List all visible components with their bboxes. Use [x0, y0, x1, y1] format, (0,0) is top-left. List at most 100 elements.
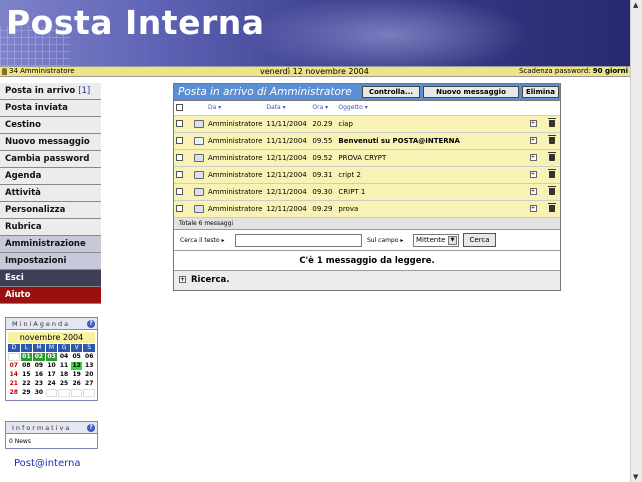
calendar-day[interactable]: 20 — [83, 371, 95, 379]
message-time[interactable]: 09.30 — [310, 183, 337, 201]
sidebar-item-personalizza[interactable]: Personalizza — [0, 202, 101, 219]
column-header-from[interactable]: Da ▾ — [206, 101, 265, 116]
calendar-day[interactable]: 22 — [21, 380, 33, 388]
message-time[interactable]: 20.29 — [310, 115, 337, 133]
check-mail-button[interactable]: Controlla... — [362, 86, 420, 98]
sidebar-item-posta-in-arrivo[interactable]: Posta in arrivo [1] — [0, 83, 101, 100]
chevron-down-icon[interactable]: ▼ — [448, 235, 457, 245]
column-header-subject[interactable]: Oggetto ▾ — [336, 101, 522, 116]
calendar-day[interactable]: 06 — [83, 353, 95, 361]
message-row[interactable]: Amministratore 12/11/2004 09.29 prova + — [174, 200, 560, 218]
message-subject[interactable]: Benvenuti su POSTA@INTERNA — [336, 132, 522, 150]
message-date[interactable]: 12/11/2004 — [264, 149, 311, 167]
message-from[interactable]: Amministratore — [206, 183, 265, 201]
sidebar-item-rubrica[interactable]: Rubrica — [0, 219, 101, 236]
message-checkbox[interactable] — [176, 188, 183, 195]
advanced-search-toggle[interactable]: + Ricerca. — [174, 270, 560, 290]
sidebar-item-amministrazione[interactable]: Amministrazione — [0, 236, 101, 253]
sidebar-item-impostazioni[interactable]: Impostazioni — [0, 253, 101, 270]
message-date[interactable]: 11/11/2004 — [264, 115, 311, 133]
message-date[interactable]: 12/11/2004 — [264, 183, 311, 201]
calendar-day[interactable]: 19 — [71, 371, 83, 379]
calendar-day[interactable]: 24 — [46, 380, 58, 388]
message-row[interactable]: Amministratore 11/11/2004 20.29 ciap + — [174, 115, 560, 133]
trash-icon[interactable] — [548, 152, 556, 161]
message-from[interactable]: Amministratore — [206, 149, 265, 167]
calendar-day[interactable]: 12 — [70, 362, 83, 370]
message-checkbox[interactable] — [176, 154, 183, 161]
calendar-day[interactable]: 14 — [8, 371, 20, 379]
news-count[interactable]: 0 News — [6, 434, 97, 448]
message-subject[interactable]: CRIPT 1 — [336, 183, 522, 201]
message-time[interactable]: 09.55 — [310, 132, 337, 150]
help-icon[interactable]: ? — [87, 424, 95, 432]
message-row[interactable]: Amministratore 11/11/2004 09.55 Benvenuti s… — [174, 132, 560, 150]
calendar-day[interactable]: 23 — [33, 380, 45, 388]
calendar-month[interactable]: novembre 2004 — [8, 332, 95, 343]
column-header-date[interactable]: Data ▾ — [264, 101, 311, 116]
calendar-day[interactable]: 18 — [58, 371, 70, 379]
calendar-day[interactable]: 27 — [83, 380, 95, 388]
message-date[interactable]: 11/11/2004 — [264, 132, 311, 150]
message-from[interactable]: Amministratore — [206, 115, 265, 133]
calendar-day[interactable]: 17 — [46, 371, 58, 379]
calendar-day[interactable]: 26 — [71, 380, 83, 388]
open-message-icon[interactable]: + — [529, 171, 537, 178]
sidebar-item-esci[interactable]: Esci — [0, 270, 101, 287]
message-subject[interactable]: ciap — [336, 115, 522, 133]
open-message-icon[interactable]: + — [529, 154, 537, 161]
open-message-icon[interactable]: + — [529, 205, 537, 212]
calendar-day[interactable]: 10 — [46, 362, 58, 370]
calendar-day[interactable]: 01 — [20, 353, 33, 361]
message-date[interactable]: 12/11/2004 — [264, 200, 311, 218]
column-header-time[interactable]: Ora ▾ — [310, 101, 337, 116]
message-from[interactable]: Amministratore — [206, 132, 265, 150]
calendar-day[interactable]: 16 — [33, 371, 45, 379]
sidebar-item-cestino[interactable]: Cestino — [0, 117, 101, 134]
select-all-checkbox[interactable] — [176, 104, 183, 112]
calendar-day[interactable]: 30 — [33, 389, 45, 397]
calendar-day[interactable]: 02 — [33, 353, 45, 361]
message-row[interactable]: Amministratore 12/11/2004 09.30 CRIPT 1 + — [174, 183, 560, 201]
sidebar-item-posta-inviata[interactable]: Posta inviata — [0, 100, 101, 117]
open-message-icon[interactable]: + — [529, 188, 537, 195]
sidebar-item-attivita[interactable]: Attività — [0, 185, 101, 202]
trash-icon[interactable] — [548, 186, 556, 195]
help-icon[interactable]: ? — [87, 320, 95, 328]
sidebar-item-aiuto[interactable]: Aiuto — [0, 287, 101, 304]
trash-icon[interactable] — [548, 203, 556, 212]
message-subject[interactable]: cript 2 — [336, 166, 522, 184]
calendar-day[interactable]: 15 — [21, 371, 33, 379]
message-time[interactable]: 09.29 — [310, 200, 337, 218]
vertical-scrollbar[interactable]: ▲ ▼ — [630, 0, 642, 482]
sidebar-item-agenda[interactable]: Agenda — [0, 168, 101, 185]
sidebar-item-nuovo-messaggio[interactable]: Nuovo messaggio — [0, 134, 101, 151]
message-time[interactable]: 09.52 — [310, 149, 337, 167]
delete-button[interactable]: Elimina — [522, 86, 559, 98]
message-checkbox[interactable] — [176, 120, 183, 127]
calendar-day[interactable]: 09 — [33, 362, 45, 370]
message-from[interactable]: Amministratore — [206, 166, 265, 184]
message-date[interactable]: 12/11/2004 — [264, 166, 311, 184]
calendar-day[interactable]: 11 — [58, 362, 70, 370]
calendar-day[interactable]: 03 — [45, 353, 58, 361]
calendar-day[interactable]: 13 — [83, 362, 95, 370]
message-subject[interactable]: prova — [336, 200, 522, 218]
expand-icon[interactable]: + — [179, 275, 186, 283]
message-subject[interactable]: PROVA CRYPT — [336, 149, 522, 167]
calendar-day[interactable]: 08 — [21, 362, 33, 370]
new-message-button[interactable]: Nuovo messaggio — [423, 86, 519, 98]
calendar-day[interactable]: 29 — [21, 389, 33, 397]
calendar-day[interactable]: 07 — [8, 362, 20, 370]
open-message-icon[interactable]: + — [529, 137, 537, 144]
scroll-up-icon[interactable]: ▲ — [633, 1, 638, 9]
search-button[interactable]: Cerca — [463, 232, 496, 247]
search-field-select[interactable]: Mittente ▼ — [413, 233, 459, 247]
message-checkbox[interactable] — [176, 137, 183, 144]
message-checkbox[interactable] — [176, 171, 183, 178]
search-input[interactable] — [235, 233, 362, 247]
message-time[interactable]: 09.31 — [310, 166, 337, 184]
open-message-icon[interactable]: + — [529, 120, 537, 127]
message-from[interactable]: Amministratore — [206, 200, 265, 218]
trash-icon[interactable] — [548, 135, 556, 144]
